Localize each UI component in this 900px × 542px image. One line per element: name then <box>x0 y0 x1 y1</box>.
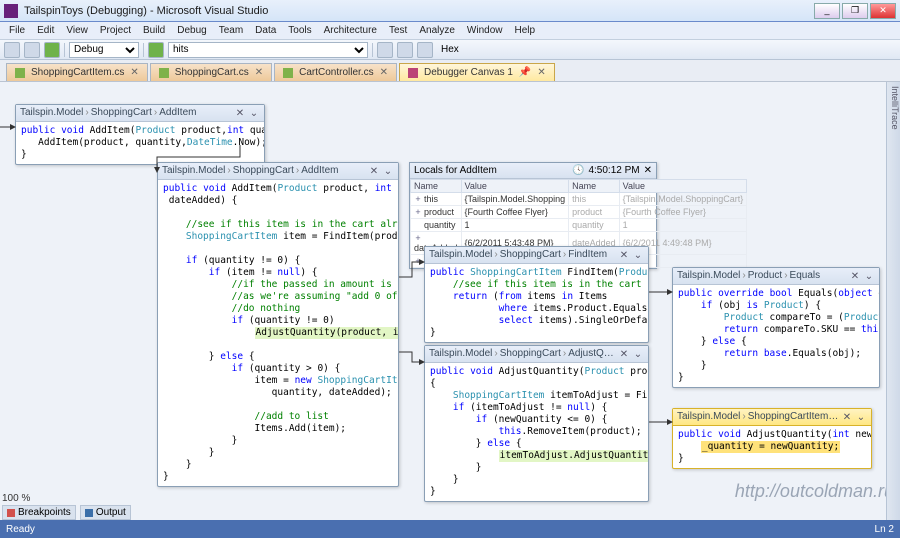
clock-icon: 🕓 <box>572 165 584 176</box>
popup-icon[interactable]: ⌄ <box>863 271 875 282</box>
locals-time: 4:50:12 PM <box>584 165 643 176</box>
close-tab-icon[interactable]: ✕ <box>380 67 388 78</box>
popup-icon[interactable]: ⌄ <box>632 250 644 261</box>
tab-cartcontroller[interactable]: CartController.cs✕ <box>274 63 397 81</box>
output-icon <box>85 509 93 517</box>
close-locals-icon[interactable]: ✕ <box>644 165 652 176</box>
popup-icon[interactable]: ⌄ <box>855 412 867 423</box>
close-button[interactable]: ✕ <box>870 3 896 19</box>
intellitrace-tab[interactable]: IntelliTrace <box>886 82 900 520</box>
minimize-button[interactable]: _ <box>814 3 840 19</box>
config-dropdown[interactable]: Debug <box>69 42 139 58</box>
code-window-adjustquantity-item[interactable]: Tailspin.Model›ShoppingCartItem›AdjustQu… <box>672 408 872 469</box>
menu-data[interactable]: Data <box>250 24 281 37</box>
debugger-canvas[interactable]: Tailspin.Model›ShoppingCart›AddItem ✕⌄ p… <box>0 82 900 520</box>
menu-edit[interactable]: Edit <box>32 24 59 37</box>
forward-button[interactable] <box>24 42 40 58</box>
menu-help[interactable]: Help <box>510 24 541 37</box>
code-body: public ShoppingCartItem FindItem(Product… <box>425 264 648 342</box>
close-tab-icon[interactable]: ✕ <box>130 67 138 78</box>
breadcrumb[interactable]: Tailspin.Model›ShoppingCart›AdjustQuanti… <box>429 348 618 360</box>
code-window-finditem[interactable]: Tailspin.Model›ShoppingCart›FindItem ✕⌄ … <box>424 246 649 343</box>
popup-icon[interactable]: ⌄ <box>632 349 644 360</box>
close-tab-icon[interactable]: ✕ <box>255 67 263 78</box>
close-tab-icon[interactable]: ✕ <box>537 67 545 78</box>
menu-debug[interactable]: Debug <box>172 24 211 37</box>
code-window-adjustquantity-cart[interactable]: Tailspin.Model›ShoppingCart›AdjustQuanti… <box>424 345 649 502</box>
window-title: TailspinToys (Debugging) - Microsoft Vis… <box>24 5 814 17</box>
csharp-icon <box>15 68 25 78</box>
menu-window[interactable]: Window <box>462 24 508 37</box>
close-window-icon[interactable]: ✕ <box>618 349 630 360</box>
breadcrumb[interactable]: Tailspin.Model›ShoppingCart›AddItem <box>20 107 234 119</box>
code-body: public void AdjustQuantity(int newQuanti… <box>673 426 871 468</box>
document-tabs: ShoppingCartItem.cs✕ ShoppingCart.cs✕ Ca… <box>0 60 900 82</box>
breadcrumb[interactable]: Tailspin.Model›ShoppingCart›FindItem <box>429 249 618 261</box>
csharp-icon <box>159 68 169 78</box>
step-out-button[interactable] <box>417 42 433 58</box>
vs-logo-icon <box>4 4 18 18</box>
back-button[interactable] <box>4 42 20 58</box>
code-body: public override bool Equals(object obj) … <box>673 285 879 387</box>
title-bar: TailspinToys (Debugging) - Microsoft Vis… <box>0 0 900 22</box>
breadcrumb[interactable]: Tailspin.Model›ShoppingCartItem›AdjustQu… <box>677 411 841 423</box>
maximize-button[interactable]: ❐ <box>842 3 868 19</box>
menu-bar: File Edit View Project Build Debug Team … <box>0 22 900 40</box>
breakpoint-icon <box>7 509 15 517</box>
separator <box>372 43 373 57</box>
tab-shoppingcartitem[interactable]: ShoppingCartItem.cs✕ <box>6 63 148 81</box>
locals-title: Locals for AddItem <box>414 165 572 176</box>
watermark: http://outcoldman.ru <box>735 481 894 502</box>
close-window-icon[interactable]: ✕ <box>841 412 853 423</box>
code-body: public void AdjustQuantity(Product produ… <box>425 363 648 501</box>
csharp-icon <box>283 68 293 78</box>
menu-architecture[interactable]: Architecture <box>319 24 382 37</box>
menu-project[interactable]: Project <box>95 24 136 37</box>
step-over-button[interactable] <box>397 42 413 58</box>
find-dropdown[interactable]: hits <box>168 42 368 58</box>
close-window-icon[interactable]: ✕ <box>368 166 380 177</box>
popup-icon[interactable]: ⌄ <box>382 166 394 177</box>
tab-debugger-canvas[interactable]: Debugger Canvas 1📌✕ <box>399 63 555 81</box>
start-button[interactable] <box>148 42 164 58</box>
canvas-icon <box>408 68 418 78</box>
close-window-icon[interactable]: ✕ <box>849 271 861 282</box>
breadcrumb[interactable]: Tailspin.Model›ShoppingCart›AddItem <box>162 165 368 177</box>
toolbar: Debug hits Hex <box>0 40 900 60</box>
code-body: public void AddItem(Product product,int … <box>16 122 264 164</box>
separator <box>143 43 144 57</box>
menu-team[interactable]: Team <box>214 24 248 37</box>
status-bar: Ready Ln 2 <box>0 520 900 538</box>
menu-build[interactable]: Build <box>138 24 170 37</box>
tab-shoppingcart[interactable]: ShoppingCart.cs✕ <box>150 63 272 81</box>
hex-toggle[interactable]: Hex <box>437 44 463 55</box>
menu-tools[interactable]: Tools <box>283 24 316 37</box>
code-window-additem-2[interactable]: Tailspin.Model›ShoppingCart›AddItem ✕⌄ p… <box>157 162 399 487</box>
menu-test[interactable]: Test <box>384 24 412 37</box>
close-window-icon[interactable]: ✕ <box>618 250 630 261</box>
continue-button[interactable] <box>44 42 60 58</box>
zoom-level[interactable]: 100 % <box>2 493 30 504</box>
menu-file[interactable]: File <box>4 24 30 37</box>
breakpoints-pane[interactable]: Breakpoints <box>2 505 76 520</box>
status-line: Ln 2 <box>875 524 894 535</box>
pin-icon[interactable]: 📌 <box>519 67 531 78</box>
output-pane[interactable]: Output <box>80 505 131 520</box>
step-into-button[interactable] <box>377 42 393 58</box>
menu-view[interactable]: View <box>61 24 93 37</box>
separator <box>64 43 65 57</box>
code-window-additem-1[interactable]: Tailspin.Model›ShoppingCart›AddItem ✕⌄ p… <box>15 104 265 165</box>
status-ready: Ready <box>6 524 35 535</box>
menu-analyze[interactable]: Analyze <box>414 24 460 37</box>
popup-icon[interactable]: ⌄ <box>248 108 260 119</box>
breadcrumb[interactable]: Tailspin.Model›Product›Equals <box>677 270 849 282</box>
code-body: public void AddItem(Product product, int… <box>158 180 398 486</box>
code-window-equals[interactable]: Tailspin.Model›Product›Equals ✕⌄ public … <box>672 267 880 388</box>
close-window-icon[interactable]: ✕ <box>234 108 246 119</box>
